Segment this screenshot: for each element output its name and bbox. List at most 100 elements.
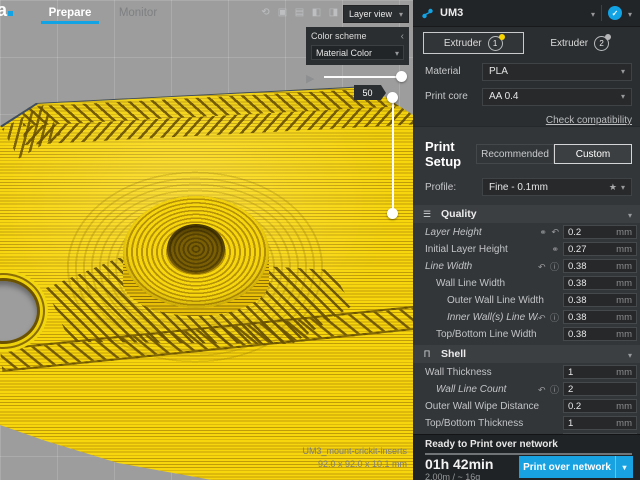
layer-slider-track[interactable]: [392, 97, 394, 213]
shell-icon: Π: [421, 349, 433, 359]
chevron-down-icon: [395, 48, 399, 58]
chevron-down-icon: [399, 9, 403, 19]
logo-dot: [8, 11, 13, 16]
section-header-quality[interactable]: ☰ Quality: [413, 205, 640, 223]
material-color-dot: [605, 34, 611, 40]
profile-label: Profile:: [425, 182, 482, 193]
cura-logo: ra: [0, 0, 13, 21]
setting-row[interactable]: Wall Thickness 1 mm: [413, 364, 640, 380]
settings-list: ☰ Quality Layer Height ⚭ ↶ 0.2 mm Initia…: [413, 202, 640, 434]
layer-number-badge: 50: [354, 85, 381, 100]
print-options-chevron[interactable]: [615, 456, 633, 478]
chevron-down-icon: [621, 182, 625, 193]
machine-name: UM3: [440, 7, 463, 19]
chevron-down-icon: [621, 66, 625, 77]
material-row: Material PLA: [413, 59, 640, 84]
model-render[interactable]: [0, 0, 413, 480]
setting-row[interactable]: Wall Line Count ↶ ⓘ 2: [413, 381, 640, 397]
chevron-down-icon: [591, 4, 595, 22]
cura-window: ra PrepareMonitor ⟲ ▣ ▤ ◧ ◨ Layer view Color…: [0, 0, 640, 480]
print-core-row: Print core AA 0.4: [413, 84, 640, 109]
layer-slider-bottom-handle[interactable]: [387, 208, 398, 219]
layer-slider-top-handle[interactable]: [387, 92, 398, 103]
right-view-icon[interactable]: ◨: [327, 6, 340, 19]
simulation-play-button[interactable]: [306, 69, 318, 83]
view-toolbar: ⟲ ▣ ▤ ◧ ◨: [259, 6, 340, 19]
color-scheme-label: Color scheme: [311, 31, 401, 41]
top-view-icon[interactable]: ▤: [293, 6, 306, 19]
printer-connected-icon: [608, 6, 622, 20]
orbit-view-icon[interactable]: ⟲: [259, 6, 272, 19]
view-mode-select[interactable]: Layer view: [343, 5, 409, 23]
chevron-down-icon: [622, 462, 626, 473]
setting-value-field[interactable]: 0.38 mm: [563, 293, 637, 307]
chevron-down-icon[interactable]: [628, 4, 632, 22]
setting-row[interactable]: Top/Bottom Thickness 1 mm: [413, 415, 640, 431]
viewport-3d[interactable]: ra PrepareMonitor ⟲ ▣ ▤ ◧ ◨ Layer view Color…: [0, 0, 413, 480]
setting-row[interactable]: Line Width ↶ ⓘ 0.38 mm: [413, 258, 640, 274]
extruder-tab-1[interactable]: Extruder 1: [423, 32, 524, 54]
mode-custom-button[interactable]: Custom: [554, 144, 632, 164]
profile-row: Profile: Fine - 0.1mm: [413, 175, 640, 199]
view-mode-label: Layer view: [349, 9, 399, 19]
extruder-number-badge: 1: [488, 36, 503, 51]
section-header-shell[interactable]: Π Shell: [413, 345, 640, 363]
chevron-down-icon: [628, 345, 632, 363]
setting-value-field[interactable]: 0.38 mm: [563, 276, 637, 290]
extruder-number-badge: 2: [594, 36, 609, 51]
quality-icon: ☰: [421, 209, 433, 220]
setting-value-field[interactable]: 0.27 mm: [563, 242, 637, 256]
setting-value-field[interactable]: 2: [563, 382, 637, 396]
setting-row[interactable]: Initial Layer Height ⚭ 0.27 mm: [413, 241, 640, 257]
simulation-slider-track[interactable]: [324, 76, 400, 78]
network-icon: [421, 7, 434, 20]
print-over-network-button[interactable]: Print over network: [519, 456, 633, 478]
header-tabs: PrepareMonitor: [36, 0, 172, 26]
slice-progress-bar: [425, 453, 632, 455]
tab-monitor[interactable]: Monitor: [104, 0, 172, 26]
star-icon[interactable]: [609, 182, 617, 193]
compatibility-row: Check compatibility: [413, 109, 640, 127]
extruder-tab-2[interactable]: Extruder 2: [530, 32, 631, 54]
print-setup-title: Print Setup: [425, 139, 476, 169]
print-core-select[interactable]: AA 0.4: [482, 88, 632, 106]
setting-value-field[interactable]: 0.38 mm: [563, 259, 637, 273]
machine-selector[interactable]: UM3: [413, 0, 640, 27]
divider: [601, 5, 602, 21]
profile-select[interactable]: Fine - 0.1mm: [482, 178, 632, 196]
setting-row[interactable]: Wall Line Width 0.38 mm: [413, 275, 640, 291]
color-scheme-select[interactable]: Material Color: [311, 45, 404, 60]
chevron-down-icon: [621, 91, 625, 102]
setting-value-field[interactable]: 0.2 mm: [563, 225, 637, 239]
tab-prepare[interactable]: Prepare: [36, 0, 104, 26]
material-label: Material: [425, 66, 482, 77]
setting-value-field[interactable]: 0.2 mm: [563, 399, 637, 413]
setting-value-field[interactable]: 1 mm: [563, 416, 637, 430]
front-view-icon[interactable]: ▣: [276, 6, 289, 19]
check-compatibility-link[interactable]: Check compatibility: [546, 115, 632, 126]
setting-value-field[interactable]: 0.38 mm: [563, 327, 637, 341]
chevron-down-icon: [628, 205, 632, 223]
setting-row[interactable]: Outer Wall Wipe Distance 0.2 mm: [413, 398, 640, 414]
setting-row[interactable]: Inner Wall(s) Line Width ↶ ⓘ 0.38 mm: [413, 309, 640, 325]
setting-row[interactable]: Layer Height ⚭ ↶ 0.2 mm: [413, 224, 640, 240]
color-scheme-panel: Color scheme Material Color: [306, 27, 409, 65]
extruder-tabs: Extruder 1 Extruder 2: [413, 27, 640, 59]
simulation-slider-handle[interactable]: [396, 71, 407, 82]
left-view-icon[interactable]: ◧: [310, 6, 323, 19]
model-name: UM3_mount-crickit-inserts: [302, 445, 407, 458]
setting-value-field[interactable]: 0.38 mm: [563, 310, 637, 324]
setting-row[interactable]: Top/Bottom Line Width 0.38 mm: [413, 326, 640, 342]
material-color-dot: [499, 34, 505, 40]
collapse-panel-icon[interactable]: [401, 31, 404, 41]
output-footer: Ready to Print over network 01h 42min 2.…: [413, 434, 640, 480]
status-text: Ready to Print over network: [425, 439, 632, 450]
material-select[interactable]: PLA: [482, 63, 632, 81]
model-info: UM3_mount-crickit-inserts 92.0 x 92.0 x …: [302, 445, 407, 471]
mode-recommended-button[interactable]: Recommended: [476, 144, 554, 164]
setting-value-field[interactable]: 1 mm: [563, 365, 637, 379]
setting-row[interactable]: Outer Wall Line Width 0.38 mm: [413, 292, 640, 308]
sidebar: UM3 Extruder 1 Extruder 2 Material PLA: [413, 0, 640, 480]
print-setup-header: Print Setup RecommendedCustom: [413, 127, 640, 175]
print-core-label: Print core: [425, 91, 482, 102]
